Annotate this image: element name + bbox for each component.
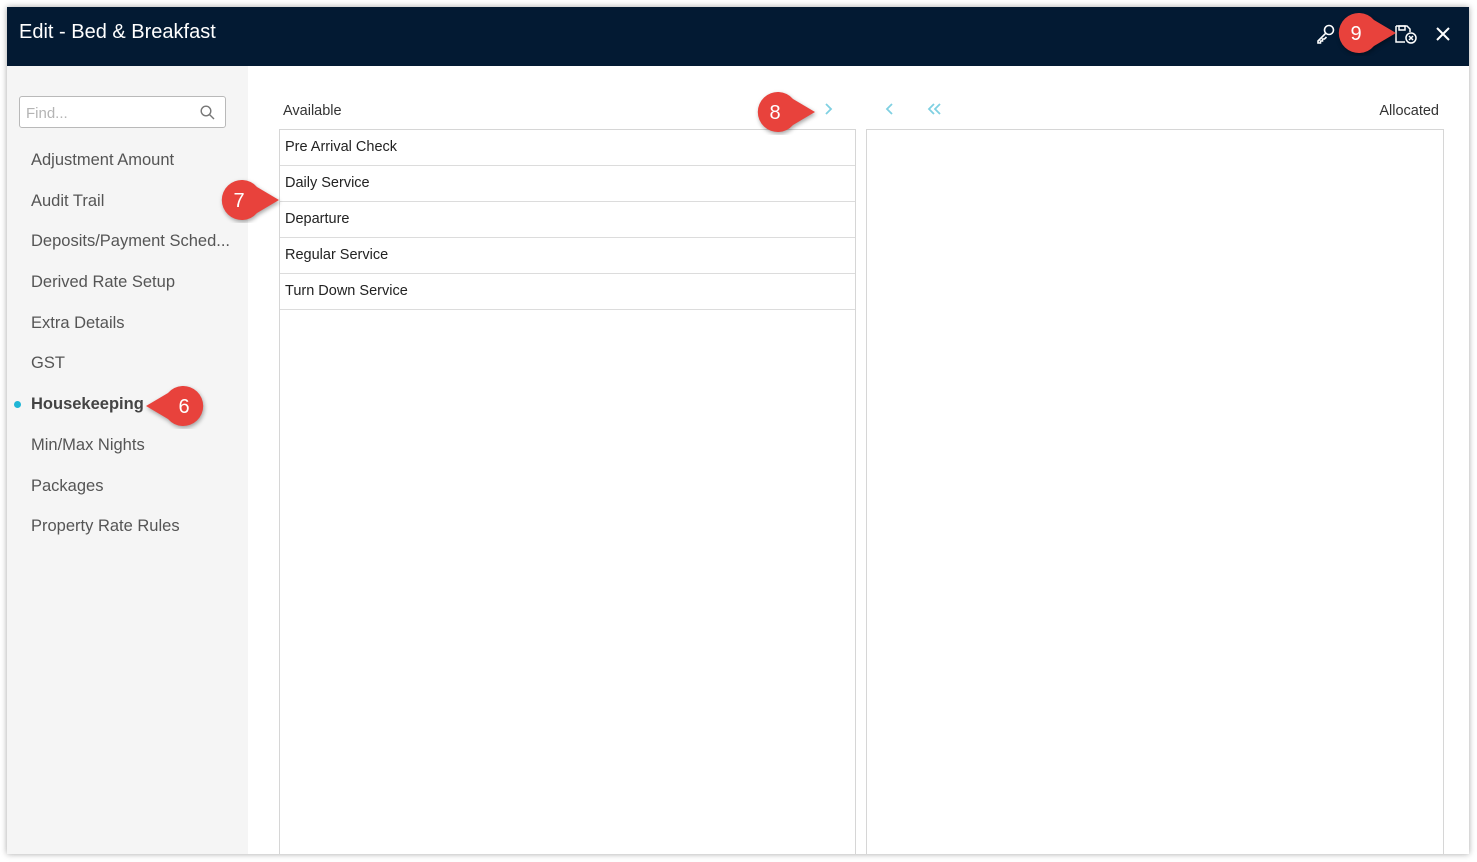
sidebar-item-gst[interactable]: GST [7,343,248,384]
close-icon[interactable] [1430,21,1456,47]
allocated-label: Allocated [1379,103,1439,119]
sidebar-item-label: Housekeeping [31,395,144,414]
available-label: Available [283,103,342,119]
sidebar-item-deposits-payment-schedule[interactable]: Deposits/Payment Sched... [7,221,248,262]
callout-9: 9 [1338,13,1396,54]
sidebar-item-adjustment-amount[interactable]: Adjustment Amount [7,140,248,181]
sidebar: Adjustment Amount Audit Trail Deposits/P… [7,66,248,854]
callout-6-label: 6 [178,396,189,418]
callout-9-label: 9 [1350,23,1361,45]
list-item[interactable]: Daily Service [280,166,855,202]
callout-7: 7 [221,180,279,220]
chevron-left-icon[interactable] [880,99,900,119]
window-title: Edit - Bed & Breakfast [19,21,216,43]
search-input[interactable] [24,102,198,124]
callout-7-label: 7 [233,190,244,212]
double-chevron-left-icon[interactable] [925,99,945,119]
callout-8: 8 [757,92,815,132]
edit-window: Edit - Bed & Breakfast Find... Adjustmen… [7,7,1469,854]
active-indicator-dot [14,401,21,409]
sidebar-nav: Adjustment Amount Audit Trail Deposits/P… [7,140,248,547]
list-item[interactable]: Departure [280,202,855,238]
available-list: Pre Arrival Check Daily Service Departur… [279,129,856,854]
title-bar: Edit - Bed & Breakfast [7,7,1469,66]
search-box [19,96,226,128]
allocated-list [866,129,1444,854]
callout-6: 6 [146,386,204,426]
list-item[interactable]: Turn Down Service [280,274,855,310]
sidebar-item-property-rate-rules[interactable]: Property Rate Rules [7,506,248,547]
callout-8-label: 8 [769,102,780,124]
chevron-right-icon[interactable] [818,99,838,119]
list-item[interactable]: Pre Arrival Check [280,130,855,166]
sidebar-item-packages[interactable]: Packages [7,466,248,507]
sidebar-item-audit-trail[interactable]: Audit Trail [7,181,248,222]
sidebar-item-extra-details[interactable]: Extra Details [7,303,248,344]
sidebar-item-derived-rate-setup[interactable]: Derived Rate Setup [7,262,248,303]
sidebar-item-min-max-nights[interactable]: Min/Max Nights [7,425,248,466]
search-icon[interactable] [200,105,215,125]
list-item[interactable]: Regular Service [280,238,855,274]
